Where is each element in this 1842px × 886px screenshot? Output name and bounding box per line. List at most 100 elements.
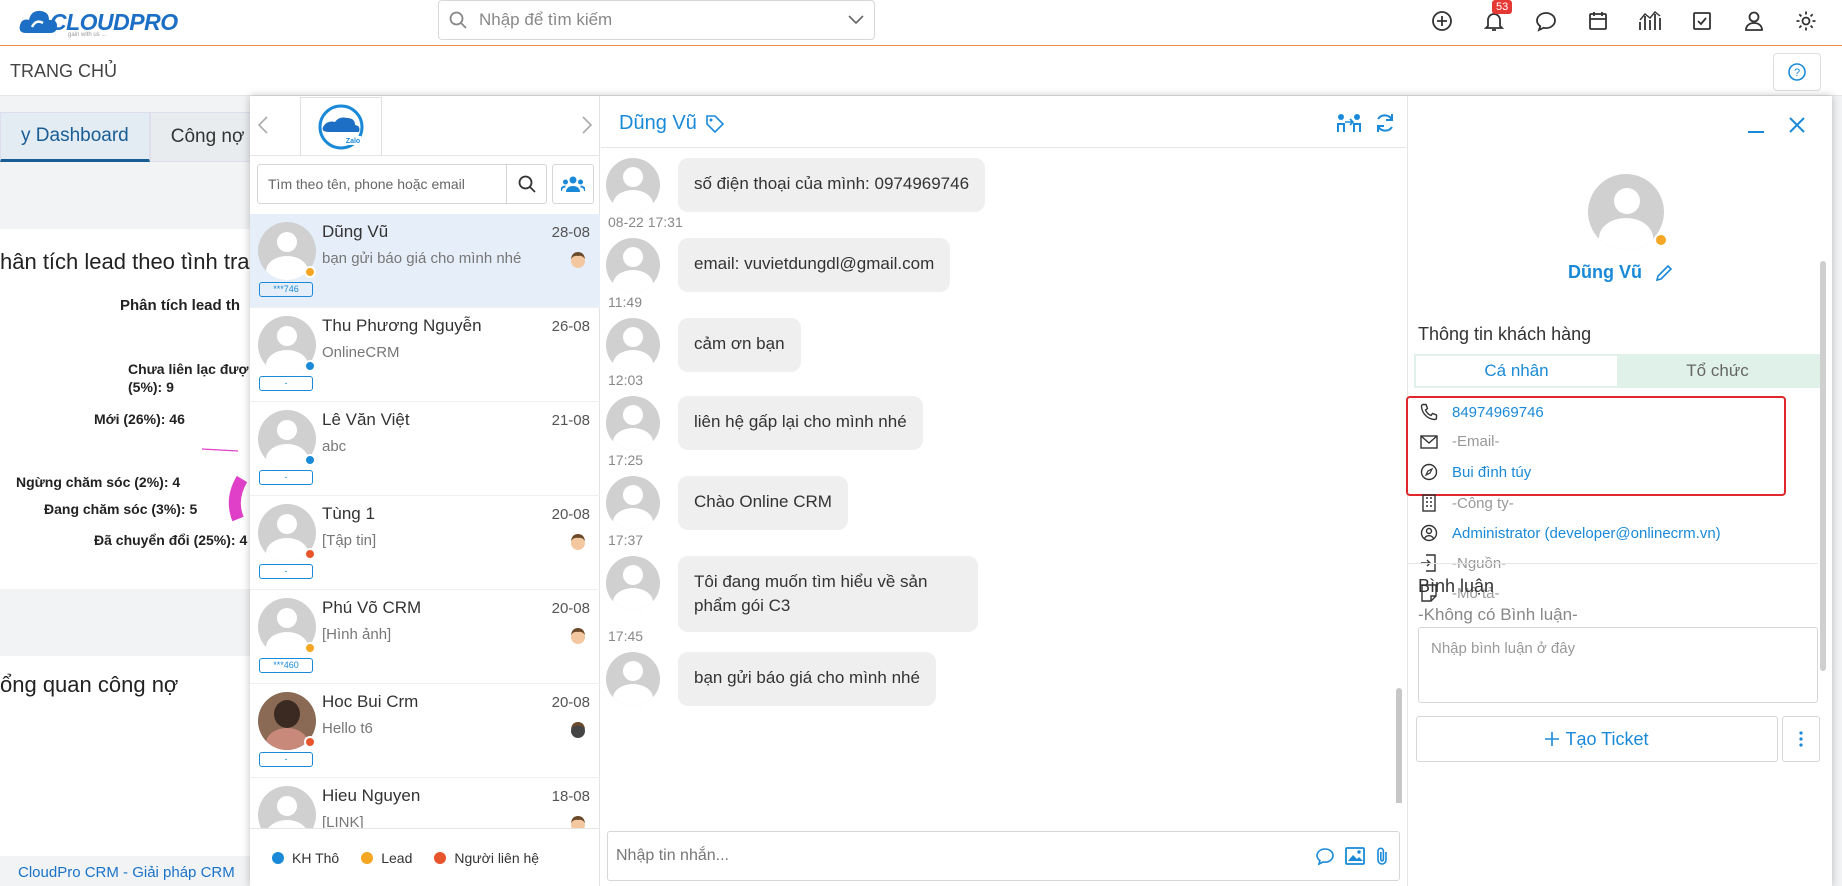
info-scrollbar[interactable] xyxy=(1820,261,1826,671)
message-bubble[interactable]: bạn gửi báo giá cho mình nhé xyxy=(678,652,936,706)
tab-personal[interactable]: Cá nhân xyxy=(1416,356,1617,386)
message-row: Tôi đang muốn tìm hiểu về sản phẩm gói C… xyxy=(606,556,978,632)
quick-reply-icon[interactable] xyxy=(1315,846,1335,866)
contact-date: 20-08 xyxy=(551,694,590,711)
sender-avatar xyxy=(606,158,660,212)
add-icon[interactable] xyxy=(1416,8,1468,34)
phone-chip[interactable]: ***746 xyxy=(259,282,313,297)
user-profile-icon[interactable] xyxy=(1728,8,1780,34)
panel-title: hân tích lead theo tình tra xyxy=(0,249,250,274)
contact-last-message: [LINK] xyxy=(322,814,364,828)
customer-name: Dũng Vũ xyxy=(1408,262,1833,283)
more-options-button[interactable] xyxy=(1782,716,1820,762)
message-bubble[interactable]: liên hệ gấp lại cho mình nhé xyxy=(678,396,923,450)
zalo-channel-tab[interactable]: Zalo xyxy=(300,97,382,155)
contact-item[interactable]: Dũng Vũ 28-08 bạn gửi báo giá cho mình nhé… xyxy=(250,214,600,308)
global-search[interactable]: Nhập để tìm kiếm xyxy=(438,0,875,40)
group-contacts-button[interactable] xyxy=(552,164,594,204)
legend-label: Người liên hệ xyxy=(454,849,540,866)
message-bubble[interactable]: số điện thoại của mình: 0974969746 xyxy=(678,158,986,212)
phone-chip[interactable]: ***460 xyxy=(259,658,313,673)
message-bubble[interactable]: Tôi đang muốn tìm hiểu về sản phẩm gói C… xyxy=(678,556,978,632)
message-row: cảm ơn bạn xyxy=(606,318,801,372)
contact-item[interactable]: Thu Phương Nguyễn 26-08 OnlineCRM - xyxy=(250,308,600,402)
customer-info-title: Thông tin khách hàng xyxy=(1418,324,1592,344)
address-value[interactable]: Bui đình túy xyxy=(1452,464,1531,481)
close-icon[interactable] xyxy=(1788,116,1806,136)
notification-badge: 53 xyxy=(1492,0,1513,14)
search-input[interactable]: Nhập để tìm kiếm xyxy=(479,10,848,30)
owner-row[interactable]: Administrator (developer@onlinecrm.vn) xyxy=(1418,524,1721,542)
contact-item[interactable]: Hoc Bui Crm 20-08 Hello t6- xyxy=(250,684,600,778)
sender-avatar xyxy=(606,396,660,450)
contact-date: 28-08 xyxy=(551,224,590,241)
create-ticket-button[interactable]: Tạo Ticket xyxy=(1416,716,1778,762)
company-value[interactable]: -Công ty- xyxy=(1452,495,1514,512)
minimize-icon[interactable] xyxy=(1746,116,1766,136)
phone-chip[interactable]: - xyxy=(259,564,313,579)
settings-gear-icon[interactable] xyxy=(1780,8,1832,34)
contact-last-message: [Hình ảnh] xyxy=(322,626,392,643)
message-bubble[interactable]: cảm ơn bạn xyxy=(678,318,801,372)
message-bubble[interactable]: Chào Online CRM xyxy=(678,476,848,530)
search-button[interactable] xyxy=(506,165,546,203)
comments-title: Bình luận xyxy=(1418,576,1495,596)
tag-icon[interactable] xyxy=(705,114,725,134)
chevron-right-icon[interactable] xyxy=(582,116,592,134)
email-value[interactable]: -Email- xyxy=(1452,433,1500,450)
message-composer[interactable]: Nhập tin nhắn... xyxy=(607,831,1400,881)
agent-face-icon xyxy=(568,626,588,646)
chevron-left-icon[interactable] xyxy=(258,116,268,134)
message-input[interactable]: Nhập tin nhắn... xyxy=(616,847,1315,865)
contact-type-dot xyxy=(304,548,316,560)
cloudpro-logo[interactable]: CLOUDPRO gain with us ... xyxy=(18,4,178,40)
contact-search[interactable]: Tìm theo tên, phone hoặc email xyxy=(257,164,547,204)
attachment-paperclip-icon[interactable] xyxy=(1375,846,1389,866)
phone-chip[interactable]: - xyxy=(259,376,313,391)
comment-input[interactable]: Nhập bình luận ở đây xyxy=(1418,627,1818,703)
email-row[interactable]: -Email- xyxy=(1418,433,1500,450)
task-check-icon[interactable] xyxy=(1676,8,1728,34)
chat-icon[interactable] xyxy=(1520,8,1572,34)
customer-name-text: Dũng Vũ xyxy=(1567,262,1642,282)
report-chart-icon[interactable] xyxy=(1624,8,1676,34)
image-icon[interactable] xyxy=(1345,847,1365,865)
contact-item[interactable]: Tùng 1 20-08 [Tập tin] - xyxy=(250,496,600,590)
contact-item[interactable]: Phú Võ CRM 20-08 [Hình ảnh] ***460 xyxy=(250,590,600,684)
address-row[interactable]: Bui đình túy xyxy=(1418,463,1531,481)
phone-row[interactable]: 84974969746 xyxy=(1418,403,1544,421)
phone-chip[interactable]: - xyxy=(259,470,313,485)
conversation-contact-name[interactable]: Dũng Vũ xyxy=(619,112,697,135)
contact-name: Hoc Bui Crm xyxy=(322,692,419,711)
legend-item: Lead xyxy=(361,850,412,866)
message-scrollbar[interactable] xyxy=(1396,688,1402,803)
zalo-chat-modal: Zalo Tìm theo tên, phone hoặc email Dũng… xyxy=(250,96,1832,886)
owner-value[interactable]: Administrator (developer@onlinecrm.vn) xyxy=(1452,525,1721,542)
contact-type-dot xyxy=(304,736,316,748)
tab-organization[interactable]: Tổ chức xyxy=(1617,356,1818,386)
tab-my-dashboard[interactable]: y Dashboard xyxy=(0,112,150,162)
phone-chip[interactable]: - xyxy=(259,752,313,767)
company-row[interactable]: -Công ty- xyxy=(1418,494,1514,512)
calendar-icon[interactable] xyxy=(1572,8,1624,34)
contact-item[interactable]: Lê Văn Việt 21-08 abc - xyxy=(250,402,600,496)
chevron-down-icon[interactable] xyxy=(848,15,864,25)
customer-info-panel: Dũng Vũ Thông tin khách hàng Cá nhân Tổ … xyxy=(1406,96,1833,886)
message-bubble[interactable]: email: vuvietdungdl@gmail.com xyxy=(678,238,951,292)
contact-item[interactable]: Hieu Nguyen18-08[LINK]- xyxy=(250,778,600,828)
message-timestamp: 17:25 xyxy=(608,452,644,468)
help-button[interactable]: ? xyxy=(1773,53,1821,91)
notification-bell-icon[interactable]: 53 xyxy=(1468,0,1520,34)
tab-debt[interactable]: Công nợ xyxy=(149,112,266,162)
legend-dot xyxy=(361,851,374,864)
message-timestamp: 08-22 17:31 xyxy=(608,214,683,230)
panel-title: ổng quan công nợ xyxy=(0,672,179,697)
phone-value[interactable]: 84974969746 xyxy=(1452,404,1544,421)
transfer-user-icon[interactable] xyxy=(1336,112,1362,134)
message-row: bạn gửi báo giá cho mình nhé xyxy=(606,652,936,706)
refresh-icon[interactable] xyxy=(1374,112,1396,134)
footer-text[interactable]: CloudPro CRM - Giải pháp CRM xyxy=(18,864,235,881)
edit-pencil-icon[interactable] xyxy=(1655,264,1673,282)
info-tabs: Cá nhân Tổ chức xyxy=(1414,354,1820,388)
contact-search-input[interactable]: Tìm theo tên, phone hoặc email xyxy=(258,176,506,192)
